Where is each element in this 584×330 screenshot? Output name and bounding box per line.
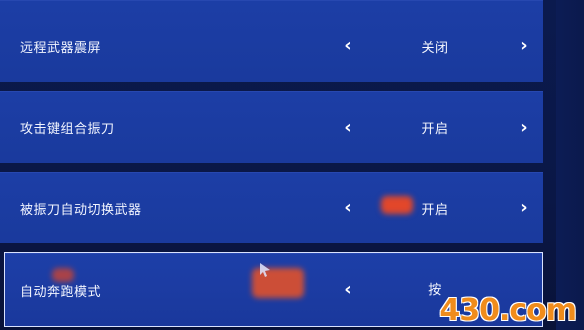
- watermark-logo: 430.com: [439, 293, 577, 328]
- setting-label-auto-sprint-mode: 自动奔跑模式: [20, 285, 102, 300]
- chevron-left-icon[interactable]: ‹: [337, 116, 359, 138]
- cursor-icon: [260, 263, 270, 277]
- chevron-left-icon[interactable]: ‹: [337, 196, 359, 218]
- chevron-left-icon[interactable]: ‹: [337, 278, 359, 300]
- setting-value-auto-switch-weapon: 开启: [421, 203, 449, 218]
- chevron-right-icon[interactable]: ›: [513, 196, 535, 218]
- setting-value-attack-combo-parry: 开启: [421, 122, 449, 137]
- settings-screen: 远程武器震屏 ‹ 关闭 › 攻击键组合振刀 ‹ 开启 › 被振刀自动切换武器 ‹…: [0, 0, 584, 330]
- site-watermark: 430.com: [439, 293, 577, 328]
- chevron-right-icon[interactable]: ›: [513, 116, 535, 138]
- blurred-obstruction: [52, 268, 74, 282]
- side-panel: [556, 0, 584, 330]
- chevron-right-icon[interactable]: ›: [513, 34, 535, 56]
- blurred-obstruction: [381, 196, 413, 214]
- setting-label-attack-combo-parry: 攻击键组合振刀: [20, 122, 115, 137]
- setting-label-auto-switch-weapon: 被振刀自动切换武器: [20, 203, 142, 218]
- setting-label-ranged-weapon-shake: 远程武器震屏: [20, 41, 102, 56]
- setting-value-ranged-weapon-shake: 关闭: [421, 41, 449, 56]
- chevron-left-icon[interactable]: ‹: [337, 34, 359, 56]
